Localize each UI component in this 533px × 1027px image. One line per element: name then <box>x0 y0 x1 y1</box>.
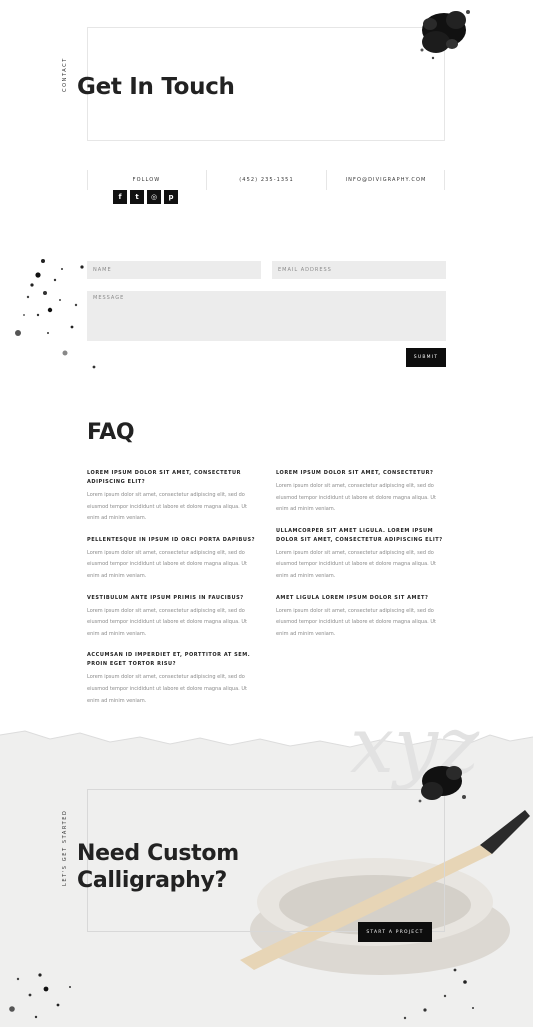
faq-question: ACCUMSAN ID IMPERDIET ET, PORTTITOR AT S… <box>87 652 251 668</box>
faq-answer: Lorem ipsum dolor sit amet, consectetur … <box>276 607 436 637</box>
faq-question: ULLAMCORPER SIT AMET LIGULA. LOREM IPSUM… <box>276 527 443 543</box>
faq-title: FAQ <box>87 420 135 445</box>
faq-question: VESTIBULUM ANTE IPSUM PRIMIS IN FAUCIBUS… <box>87 594 244 601</box>
faq-answer: Lorem ipsum dolor sit amet, consectetur … <box>87 674 247 704</box>
cta-title-line: Calligraphy? <box>77 868 227 893</box>
faq-answer: Lorem ipsum dolor sit amet, consectetur … <box>87 607 247 637</box>
name-field[interactable] <box>87 261 261 279</box>
faq-answer: Lorem ipsum dolor sit amet, consectetur … <box>87 492 247 522</box>
cta-eyebrow: LET'S GET STARTED <box>62 809 68 886</box>
start-project-button[interactable]: START A PROJECT <box>358 922 432 942</box>
page-title: Get In Touch <box>77 74 235 100</box>
cta-title: Need Custom Calligraphy? <box>77 840 239 894</box>
faq-item: LOREM IPSUM DOLOR SIT AMET, CONSECTETUR?… <box>276 469 448 516</box>
ink-splatter-decoration <box>9 973 71 1019</box>
contact-eyebrow: CONTACT <box>62 57 68 92</box>
cta-title-line: Need Custom <box>77 841 239 866</box>
faq-column-right: LOREM IPSUM DOLOR SIT AMET, CONSECTETUR?… <box>276 469 448 651</box>
ink-splatter-decoration <box>403 968 474 1020</box>
faq-question: PELLENTESQUE IN IPSUM ID ORCI PORTA DAPI… <box>87 536 256 543</box>
faq-item: PELLENTESQUE IN IPSUM ID ORCI PORTA DAPI… <box>87 536 259 583</box>
faq-column-left: LOREM IPSUM DOLOR SIT AMET, CONSECTETUR … <box>87 469 259 718</box>
faq-item: VESTIBULUM ANTE IPSUM PRIMIS IN FAUCIBUS… <box>87 594 259 641</box>
facebook-icon[interactable]: f <box>113 190 127 204</box>
email-field[interactable] <box>272 261 446 279</box>
faq-question: AMET LIGULA LOREM IPSUM DOLOR SIT AMET? <box>276 594 429 601</box>
ink-splash-decoration <box>418 766 466 803</box>
faq-answer: Lorem ipsum dolor sit amet, consectetur … <box>276 549 436 579</box>
faq-item: AMET LIGULA LOREM IPSUM DOLOR SIT AMET? … <box>276 594 448 641</box>
divider <box>444 170 445 190</box>
twitter-icon[interactable]: t <box>130 190 144 204</box>
faq-item: ACCUMSAN ID IMPERDIET ET, PORTTITOR AT S… <box>87 651 259 707</box>
faq-answer: Lorem ipsum dolor sit amet, consectetur … <box>87 549 247 579</box>
contact-info-row: FOLLOW (452) 235-1351 INFO@DIVIGRAPHY.CO… <box>87 170 445 190</box>
faq-item: LOREM IPSUM DOLOR SIT AMET, CONSECTETUR … <box>87 469 259 525</box>
phone-number[interactable]: (452) 235-1351 <box>207 170 326 190</box>
instagram-icon[interactable]: ◎ <box>147 190 161 204</box>
submit-button[interactable]: SUBMIT <box>406 348 446 367</box>
faq-answer: Lorem ipsum dolor sit amet, consectetur … <box>276 483 436 513</box>
pinterest-icon[interactable]: p <box>164 190 178 204</box>
faq-item: ULLAMCORPER SIT AMET LIGULA. LOREM IPSUM… <box>276 527 448 583</box>
faq-question: LOREM IPSUM DOLOR SIT AMET, CONSECTETUR? <box>276 470 434 476</box>
email-address[interactable]: INFO@DIVIGRAPHY.COM <box>327 170 445 190</box>
message-field[interactable] <box>87 291 446 341</box>
follow-label: FOLLOW <box>132 177 161 183</box>
faq-question: LOREM IPSUM DOLOR SIT AMET, CONSECTETUR … <box>87 470 241 485</box>
ink-splash-decoration <box>420 10 470 60</box>
